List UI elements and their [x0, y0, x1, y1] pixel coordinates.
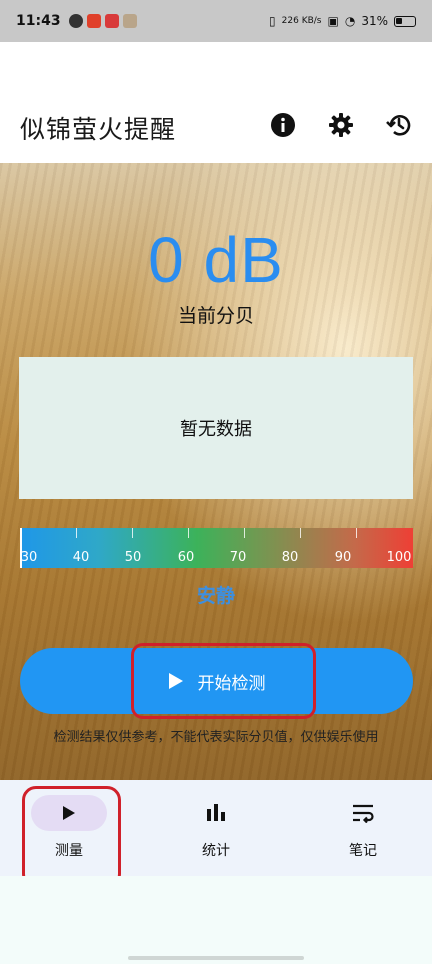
notes-icon [353, 804, 374, 823]
scale-label: 40 [72, 550, 90, 565]
scale-tick [356, 528, 357, 538]
status-bar: 11:43 ▯ 226 KB/s ▣ ◔ 31% [0, 0, 432, 42]
app-notification-icon [122, 14, 137, 28]
status-right: ▯ 226 KB/s ▣ ◔ 31% [269, 14, 416, 28]
scale-label: 50 [124, 550, 142, 565]
sim-icon: ▣ [327, 14, 339, 28]
page-title: 似锦萤火提醒 [20, 115, 177, 144]
scale-label: 90 [334, 550, 352, 565]
scale-tick [76, 528, 77, 538]
scale-tick [132, 528, 133, 538]
scale-label: 30 [20, 550, 38, 565]
status-time: 11:43 [16, 13, 61, 29]
history-chart: 暂无数据 [19, 357, 413, 499]
scale-label: 60 [177, 550, 195, 565]
battery-percent: 31% [361, 14, 388, 28]
decibel-label: 当前分贝 [177, 305, 254, 327]
nav-indicator [178, 795, 254, 831]
info-icon[interactable] [268, 110, 298, 140]
scale-label: 80 [281, 550, 299, 565]
bar-chart-icon [207, 804, 225, 821]
meter-panel: 0 dB 当前分贝 暂无数据 30 40 50 60 70 80 90 100 … [0, 163, 432, 780]
bottom-area [0, 876, 432, 964]
highlight-box [22, 786, 121, 888]
app-notification-icon [104, 14, 119, 28]
chart-empty-text: 暂无数据 [180, 419, 252, 440]
app-notification-icon [68, 14, 83, 28]
gesture-bar[interactable] [128, 956, 304, 960]
highlight-box [131, 643, 316, 719]
wifi-icon: ◔ [344, 14, 356, 28]
vibrate-icon: ▯ [269, 14, 276, 28]
nav-item-notes[interactable]: 笔记 [308, 780, 418, 876]
notification-icons [68, 14, 137, 28]
nav-label: 统计 [202, 843, 230, 859]
net-speed: 226 KB/s [281, 15, 322, 26]
scale-tick [300, 528, 301, 538]
scale-label: 70 [229, 550, 247, 565]
scale-label: 100 [386, 550, 412, 565]
history-icon[interactable] [384, 110, 414, 140]
scale-tick [244, 528, 245, 538]
decibel-scale: 30 40 50 60 70 80 90 100 [20, 528, 413, 568]
noise-level-text: 安静 [196, 585, 235, 607]
app-notification-icon [86, 14, 101, 28]
settings-icon[interactable] [326, 110, 356, 140]
disclaimer-text: 检测结果仅供参考，不能代表实际分贝值，仅供娱乐使用 [53, 730, 379, 745]
nav-item-statistics[interactable]: 统计 [161, 780, 271, 876]
nav-label: 笔记 [349, 843, 377, 859]
battery-icon [394, 15, 416, 27]
decibel-value: 0 dB [148, 224, 284, 296]
nav-indicator [325, 795, 401, 831]
app-bar: 似锦萤火提醒 [0, 42, 432, 163]
scale-tick [188, 528, 189, 538]
